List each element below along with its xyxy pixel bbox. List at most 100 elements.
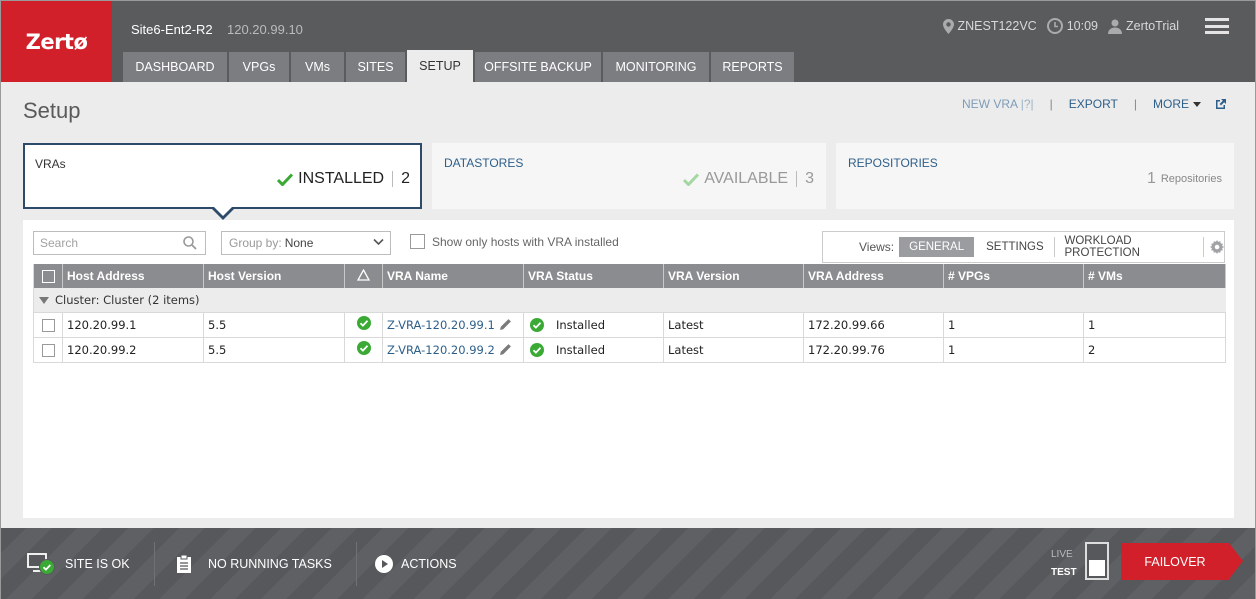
user-indicator[interactable]: ZertoTrial [1107,19,1179,34]
tab-setup[interactable]: SETUP [407,50,473,82]
view-general-button[interactable]: GENERAL [899,237,975,257]
datastores-card-stat: AVAILABLE 3 [683,170,814,188]
new-vra-link[interactable]: NEW VRA |?| [962,97,1034,111]
actions-menu[interactable]: ACTIONS [375,528,457,599]
edit-pencil-icon[interactable] [499,343,512,356]
view-settings-button[interactable]: SETTINGS [976,237,1054,257]
show-only-installed-checkbox[interactable] [410,234,425,249]
vcenter-name: ZNEST122VC [957,19,1037,33]
toggle-knob [1089,560,1105,576]
vra-name-link[interactable]: Z-VRA-120.20.99.1 [387,318,495,332]
top-header: Zertø Site6-Ent2-R2 120.20.99.10 DASHBOA… [1,1,1255,82]
tab-vms[interactable]: VMs [291,52,344,82]
vms-count-cell: 2 [1083,337,1226,363]
column-header-vra-version[interactable]: VRA Version [663,264,804,288]
site-ip: 120.20.99.10 [227,22,303,37]
main-nav-tabs: DASHBOARD VPGs VMs SITES SETUP OFFSITE B… [123,50,796,82]
tab-dashboard[interactable]: DASHBOARD [123,52,227,82]
gear-icon[interactable] [1209,239,1224,255]
tab-monitoring[interactable]: MONITORING [603,52,709,82]
failover-button[interactable]: FAILOVER [1121,543,1243,580]
show-only-installed-label: Show only hosts with VRA installed [432,234,619,249]
ok-status-icon [356,316,371,330]
host-version-cell: 5.5 [203,337,345,363]
divider [392,171,394,187]
select-all-header [33,264,63,288]
site-status-text: SITE IS OK [65,556,130,571]
checkmark-icon [277,172,294,186]
running-tasks-text: NO RUNNING TASKS [208,556,332,571]
host-version-cell: 5.5 [203,312,345,338]
selected-card-pointer [211,206,235,220]
more-dropdown[interactable]: MORE [1153,97,1201,111]
vras-card[interactable]: VRAs INSTALLED 2 [23,143,422,209]
column-header-host-address[interactable]: Host Address [62,264,204,288]
select-all-checkbox[interactable] [41,270,55,284]
repositories-card[interactable]: REPOSITORIES 1 Repositories [836,143,1234,209]
tab-offsite-backup[interactable]: OFFSITE BACKUP [475,52,601,82]
repositories-unit: Repositories [1160,173,1222,185]
checkmark-icon [683,172,700,186]
new-vra-help[interactable]: |?| [1021,97,1034,111]
view-switcher: Views: GENERAL SETTINGS WORKLOAD PROTECT… [822,231,1225,263]
play-circle-icon [375,554,393,573]
action-separator: | [1049,97,1053,111]
cluster-group-row[interactable]: Cluster: Cluster (2 items) [33,288,1226,313]
external-link-icon[interactable] [1215,98,1227,110]
host-address-cell: 120.20.99.2 [62,337,204,363]
vra-status-cell: Installed [523,337,664,363]
alert-cell [344,337,383,363]
site-status[interactable]: SITE IS OK [27,528,130,599]
datastores-card[interactable]: DATASTORES AVAILABLE 3 [432,143,826,209]
search-icon[interactable] [183,236,197,250]
user-icon [1107,19,1122,34]
hamburger-menu-icon[interactable] [1205,18,1229,34]
running-tasks[interactable]: NO RUNNING TASKS [176,528,332,599]
column-header-vra-name[interactable]: VRA Name [382,264,524,288]
views-label: Views: [859,240,895,254]
vra-status-cell: Installed [523,312,664,338]
datastores-status: AVAILABLE [704,170,789,187]
caret-down-icon [1193,102,1201,108]
edit-pencil-icon[interactable] [499,318,512,331]
view-workload-protection-button[interactable]: WORKLOAD PROTECTION [1055,235,1204,259]
column-header-vra-status[interactable]: VRA Status [523,264,664,288]
column-header-vpgs[interactable]: # VPGs [943,264,1084,288]
column-header-vms[interactable]: # VMs [1083,264,1226,288]
header-status-area: ZNEST122VC 10:09 ZertoTrial [933,18,1229,34]
show-only-installed: Show only hosts with VRA installed [410,234,619,249]
vras-status: INSTALLED [298,170,385,187]
tab-reports[interactable]: REPORTS [711,52,794,82]
zerto-logo[interactable]: Zertø [1,1,112,82]
column-header-vra-address[interactable]: VRA Address [803,264,944,288]
status-footer: SITE IS OK NO RUNNING TASKS ACTIONS LIVE… [1,528,1255,599]
divider [796,171,798,187]
ok-status-icon [530,317,544,332]
vra-status-text: Installed [556,317,605,332]
vra-name-link[interactable]: Z-VRA-120.20.99.2 [387,343,495,357]
search-input[interactable] [33,231,206,255]
cluster-group-cell[interactable]: Cluster: Cluster (2 items) [33,288,1226,313]
vras-card-label: VRAs [35,157,66,171]
vras-card-stat: INSTALLED 2 [277,170,410,188]
export-link[interactable]: EXPORT [1069,97,1118,111]
table-row[interactable]: 120.20.99.2 5.5 Z-VRA-120.20.99.2 Instal… [33,337,1226,363]
vra-address-cell: 172.20.99.76 [803,337,944,363]
group-by-label: Group by: [229,236,282,250]
vpgs-count-cell: 1 [943,312,1084,338]
vras-count: 2 [401,170,410,187]
table-row[interactable]: 120.20.99.1 5.5 Z-VRA-120.20.99.1 Instal… [33,312,1226,338]
column-header-alert[interactable] [344,264,383,288]
collapse-triangle-icon[interactable] [39,296,49,304]
vra-status-text: Installed [556,342,605,357]
vra-panel: Group by: None Show only hosts with VRA … [23,220,1234,518]
group-by-select[interactable]: Group by: None [221,231,391,255]
chevron-down-icon [373,238,384,246]
row-checkbox[interactable] [41,343,55,357]
divider [154,542,155,586]
column-header-host-version[interactable]: Host Version [203,264,345,288]
tab-sites[interactable]: SITES [346,52,405,82]
live-test-toggle[interactable] [1085,542,1109,580]
tab-vpgs[interactable]: VPGs [229,52,289,82]
row-checkbox[interactable] [41,318,55,332]
